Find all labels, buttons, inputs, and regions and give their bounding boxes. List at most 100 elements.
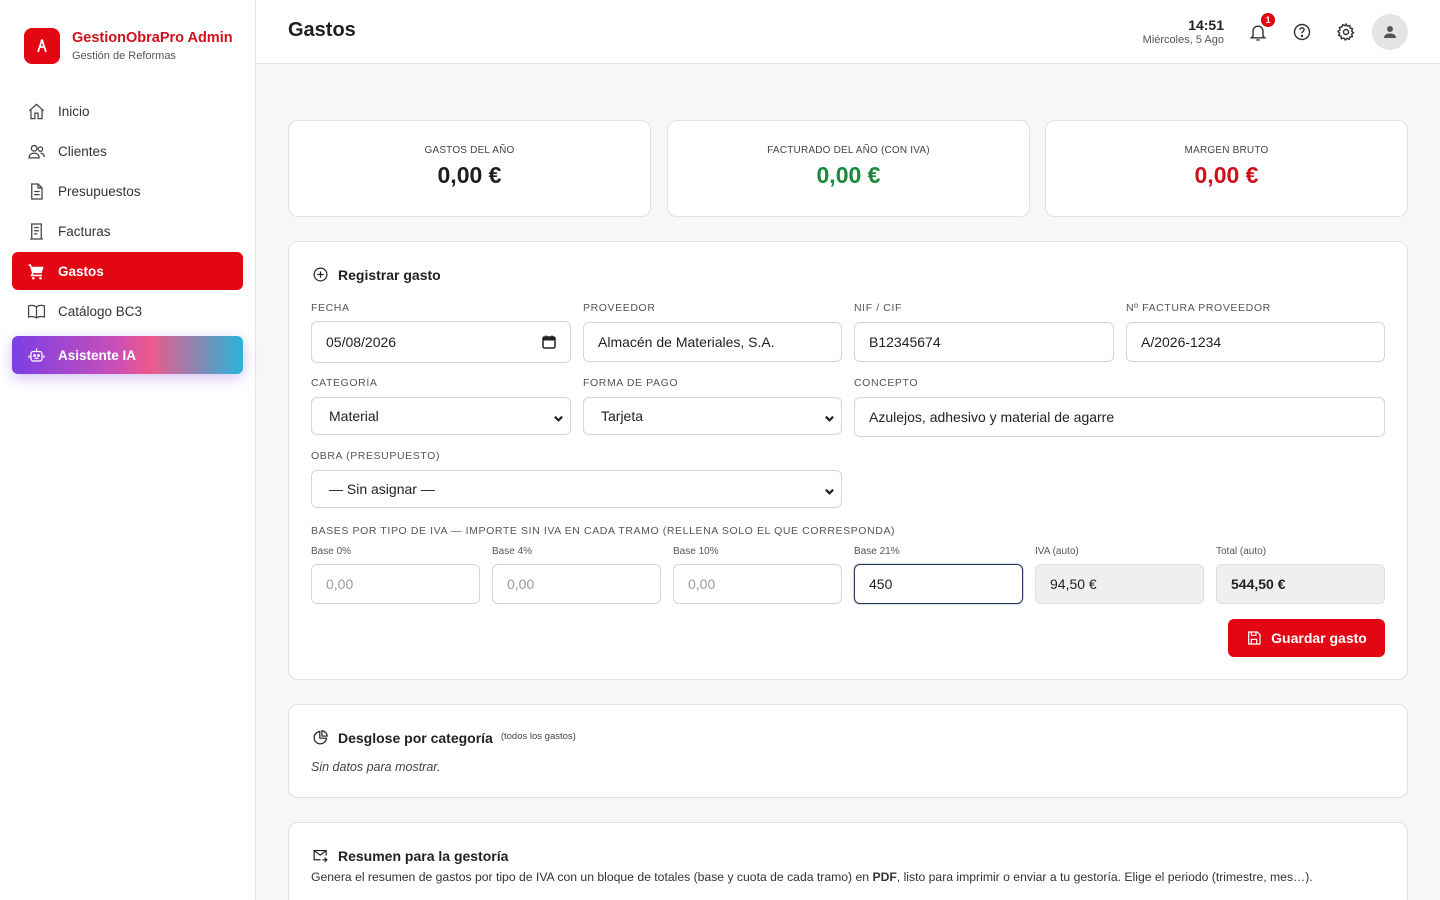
- base-4-input[interactable]: 0,00: [492, 564, 661, 604]
- sidebar-item-facturas[interactable]: Facturas: [12, 212, 243, 250]
- pie-chart-icon: [313, 730, 328, 745]
- add-circle-icon: [313, 267, 328, 282]
- user-icon: [1384, 26, 1396, 38]
- iva-label: IVA (auto): [1035, 546, 1079, 557]
- resumen-text: , listo para imprimir o enviar a tu gest…: [896, 870, 1313, 884]
- sidebar: GestionObraPro Admin Gestión de Reformas…: [0, 0, 256, 900]
- cart-icon: [26, 261, 46, 281]
- stat-label: Facturado del año (con IVA): [767, 145, 930, 156]
- iva-output: 94,50 €: [1035, 564, 1204, 604]
- mail-icon: [313, 849, 328, 863]
- concepto-value: Azulejos, adhesivo y material de agarre: [869, 409, 1115, 425]
- total-output: 544,50 €: [1216, 564, 1385, 604]
- desglose-panel: Desglose por categoría (todos los gastos…: [288, 704, 1408, 798]
- help-icon: [1293, 23, 1311, 41]
- obra-select[interactable]: — Sin asignar —: [311, 470, 842, 508]
- panel-title-text: Registrar gasto: [338, 266, 441, 283]
- calendar-icon[interactable]: [542, 335, 556, 349]
- stat-value: 0,00 €: [437, 162, 502, 188]
- save-icon: [1248, 631, 1261, 645]
- proveedor-label: Proveedor: [583, 302, 656, 314]
- fecha-value: 05/08/2026: [326, 334, 397, 350]
- stat-gastos-anio: Gastos del año 0,00 €: [288, 120, 651, 217]
- fecha-input[interactable]: 05/08/2026: [311, 321, 571, 363]
- stat-margen-bruto: Margen bruto 0,00 €: [1045, 120, 1408, 217]
- users-icon: [26, 141, 46, 161]
- panel-title: Registrar gasto: [312, 266, 441, 283]
- panel-title: Desglose por categoría (todos los gastos…: [312, 729, 576, 746]
- settings-button[interactable]: [1334, 20, 1358, 44]
- sidebar-item-catalogo[interactable]: Catálogo BC3: [12, 292, 243, 330]
- base-21-label: Base 21%: [854, 546, 900, 557]
- sidebar-item-label: Inicio: [58, 103, 90, 119]
- clock-time: 14:51: [1188, 17, 1224, 33]
- sidebar-item-gastos[interactable]: Gastos: [12, 252, 243, 290]
- obra-value: — Sin asignar —: [329, 481, 435, 497]
- factura-input[interactable]: A/2026-1234: [1126, 322, 1385, 362]
- empty-state-text: Sin datos para mostrar.: [311, 760, 441, 774]
- sidebar-item-label: Presupuestos: [58, 183, 141, 199]
- panel-title-text: Resumen para la gestoría: [338, 847, 509, 864]
- factura-value: A/2026-1234: [1141, 334, 1222, 350]
- proveedor-value: Almacén de Materiales, S.A.: [598, 334, 775, 350]
- help-button[interactable]: [1290, 20, 1314, 44]
- iva-value: 94,50 €: [1050, 576, 1097, 592]
- clock: 14:51 Miércoles, 5 Ago: [1143, 17, 1224, 48]
- resumen-text: Genera el resumen de gastos por tipo de …: [311, 870, 873, 884]
- clock-date: Miércoles, 5 Ago: [1142, 34, 1224, 46]
- save-button[interactable]: Guardar gasto: [1228, 619, 1385, 657]
- panel-title: Resumen para la gestoría: [312, 847, 508, 864]
- sidebar-nav: Inicio Clientes Presupuestos Facturas Ga…: [12, 92, 243, 376]
- notifications-button[interactable]: 1: [1246, 13, 1275, 44]
- sidebar-item-label: Catálogo BC3: [58, 303, 143, 319]
- factura-label: Nº factura proveedor: [1126, 302, 1271, 314]
- brand-title: GestionObraPro Admin: [72, 29, 233, 46]
- base-21-input[interactable]: 450: [854, 564, 1023, 604]
- base-10-input[interactable]: 0,00: [673, 564, 842, 604]
- proveedor-input[interactable]: Almacén de Materiales, S.A.: [583, 322, 842, 362]
- nif-input[interactable]: B12345674: [854, 322, 1114, 362]
- resumen-pdf-text: PDF: [872, 870, 897, 884]
- base-21-value: 450: [869, 576, 893, 592]
- base-0-placeholder: 0,00: [326, 576, 354, 592]
- bases-title: Bases por tipo de IVA — importe sin IVA …: [311, 525, 896, 537]
- stat-value: 0,00 €: [1194, 162, 1259, 188]
- sidebar-item-clientes[interactable]: Clientes: [12, 132, 243, 170]
- base-0-input[interactable]: 0,00: [311, 564, 480, 604]
- sidebar-item-asistente-ia[interactable]: Asistente IA: [12, 336, 243, 374]
- sidebar-item-label: Gastos: [58, 263, 104, 279]
- total-label: Total (auto): [1216, 546, 1267, 557]
- sidebar-item-presupuestos[interactable]: Presupuestos: [12, 172, 243, 210]
- user-avatar[interactable]: [1372, 14, 1408, 50]
- concepto-label: Concepto: [854, 377, 919, 389]
- base-4-placeholder: 0,00: [507, 576, 535, 592]
- resumen-description: Genera el resumen de gastos por tipo de …: [311, 870, 1313, 884]
- robot-icon: [26, 345, 46, 365]
- chevron-down-icon: [553, 411, 564, 422]
- obra-label: Obra (presupuesto): [311, 450, 441, 462]
- base-10-placeholder: 0,00: [688, 576, 716, 592]
- sidebar-item-label: Asistente IA: [58, 347, 137, 363]
- page-title: Gastos: [288, 19, 356, 41]
- total-value: 544,50 €: [1231, 576, 1286, 592]
- chevron-down-icon: [824, 484, 835, 495]
- forma-pago-label: Forma de pago: [583, 377, 679, 389]
- chevron-down-icon: [824, 411, 835, 422]
- top-header: Gastos 14:51 Miércoles, 5 Ago 1: [256, 0, 1440, 64]
- invoice-icon: [26, 221, 46, 241]
- base-4-label: Base 4%: [492, 546, 533, 557]
- forma-pago-select[interactable]: Tarjeta: [583, 397, 842, 435]
- categoria-select[interactable]: Material: [311, 397, 571, 435]
- forma-pago-value: Tarjeta: [601, 408, 644, 424]
- categoria-label: Categoría: [311, 377, 378, 389]
- brand[interactable]: GestionObraPro Admin Gestión de Reformas: [24, 28, 233, 64]
- registrar-gasto-panel: Registrar gasto Fecha 05/08/2026 Proveed…: [288, 241, 1408, 680]
- concepto-input[interactable]: Azulejos, adhesivo y material de agarre: [854, 397, 1385, 437]
- stat-facturado-anio: Facturado del año (con IVA) 0,00 €: [667, 120, 1030, 217]
- categoria-value: Material: [329, 408, 379, 424]
- book-icon: [26, 301, 46, 321]
- desglose-note: (todos los gastos): [500, 730, 576, 742]
- app-logo: [24, 28, 60, 64]
- stat-value: 0,00 €: [816, 162, 881, 188]
- sidebar-item-inicio[interactable]: Inicio: [12, 92, 243, 130]
